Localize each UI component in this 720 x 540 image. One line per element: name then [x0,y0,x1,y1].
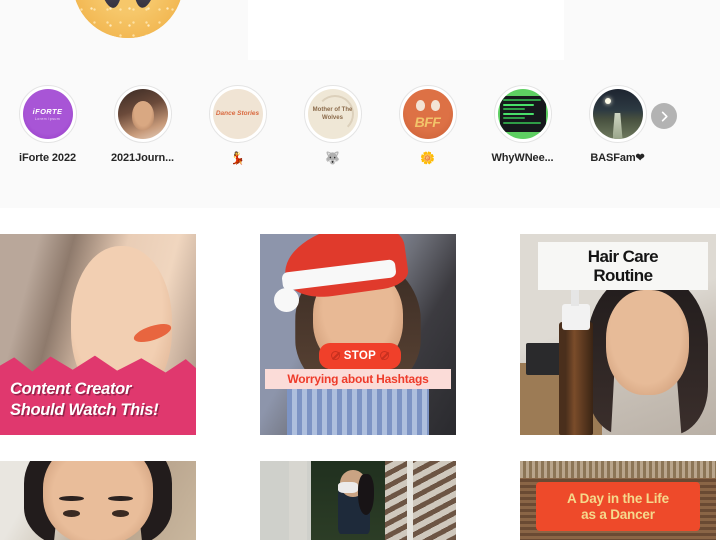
text-line [502,121,541,124]
highlight-cover-dance: Dance Stories [212,89,263,139]
railing-graphic [407,461,413,540]
post-thumbnail-5[interactable] [260,461,456,540]
highlight-ring [493,85,552,143]
post-overlay-text: Worrying about Hashtags [265,368,451,389]
post-thumbnail-1[interactable]: Content Creator Should Watch This! [0,234,196,435]
post-overlay-text: Hair Care Routine [537,242,709,291]
bird-icon [415,100,425,111]
post-overlay-line-2: Routine [593,266,653,286]
story-highlight-mother-of-the-wolves[interactable]: Mother of The Wolves 🐺 [285,85,380,165]
post-overlay-line-1: Hair Care [587,247,659,267]
highlight-ring [588,85,647,143]
face-mask-graphic [338,481,358,493]
story-highlight-dance-stories[interactable]: Dance Stories 💃 [190,85,285,165]
highlight-cover-title: iFORTE [32,107,63,116]
story-highlight-label: 🐺 [325,151,340,165]
profile-info-card [248,0,564,60]
highlight-cover-title: BFF [414,114,441,130]
highlight-ring [113,85,172,143]
avatar-illustration [73,0,183,38]
highlight-cover-subtitle: Lorem Ipsum [34,117,61,121]
no-entry-icon [380,351,390,361]
story-highlight-label: 2021Journ... [111,152,174,164]
story-highlight-2021journey[interactable]: 2021Journ... [95,85,190,165]
post-badge-label: STOP [343,349,377,362]
story-highlight-basfam[interactable]: BASFam❤ [570,85,677,165]
post-overlay-text: A Day in the Life as a Dancer [535,482,701,532]
story-highlight-label: 💃 [230,151,245,165]
text-line [502,108,525,110]
profile-header-section: iFORTE Lorem Ipsum iForte 2022 2021Journ… [0,0,720,208]
post-overlay-line-1: Content Creator [10,380,132,398]
story-highlight-label: WhyWNee... [491,152,554,164]
post-subject-face [43,461,153,540]
blinds-graphic [520,461,716,479]
highlight-cover-photo [117,89,168,139]
text-line [502,99,541,101]
post-overlay-text: Content Creator Should Watch This! [10,379,190,421]
story-highlight-label: iForte 2022 [19,152,76,164]
text-line [502,117,525,119]
highlight-ring: Mother of The Wolves [303,85,362,143]
highlight-ring: BFF [398,85,457,143]
post-thumbnail-4[interactable] [0,461,196,540]
no-entry-icon [330,351,340,361]
text-line [502,112,534,115]
text-line [502,103,534,106]
highlight-cover-title: Dance Stories [215,110,260,117]
highlight-cover-title: Mother of The Wolves [312,107,353,121]
post-overlay-line-1: A Day in the Life [567,490,669,506]
post-overlay-line-2: Should Watch This! [10,401,159,419]
post-thumbnail-3[interactable]: Hair Care Routine [520,234,716,435]
highlight-cover-bff: BFF [402,89,453,139]
posts-grid: Content Creator Should Watch This! STOP … [0,234,720,540]
bird-icon [430,100,440,111]
highlight-cover-night [592,89,643,139]
dropper-tip-graphic [570,288,579,307]
post-stop-badge: STOP [318,342,402,369]
product-bottle-graphic [559,322,593,435]
chevron-right-icon[interactable] [651,103,677,129]
post-overlay-line-2: as a Dancer [581,506,655,522]
highlight-ring: Dance Stories [208,85,267,143]
staircase-graphic [385,461,456,540]
screenshot-graphic [499,96,546,132]
highlight-cover-screenshot [497,89,548,139]
story-highlights-row: iFORTE Lorem Ipsum iForte 2022 2021Journ… [0,85,720,185]
post-thumbnail-2[interactable]: STOP Worrying about Hashtags [260,234,456,435]
post-thumbnail-6[interactable]: A Day in the Life as a Dancer [520,461,716,540]
highlight-cover-wolves: Mother of The Wolves [307,89,358,139]
avatar-sparkles [73,0,183,38]
column-graphic [289,461,308,540]
avatar[interactable] [73,0,183,38]
moon-icon [604,98,611,104]
story-highlight-label: BASFam❤ [590,152,645,164]
story-highlight-label: 🌼 [420,151,435,165]
highlight-ring: iFORTE Lorem Ipsum [18,85,77,143]
post-subject-hair [358,473,374,515]
highlight-cover-iforte: iFORTE Lorem Ipsum [22,89,73,139]
dropper-cap-graphic [562,304,590,331]
story-highlight-iforte-2022[interactable]: iFORTE Lorem Ipsum iForte 2022 [0,85,95,165]
story-highlight-bff[interactable]: BFF 🌼 [380,85,475,165]
story-highlight-whywneed[interactable]: WhyWNee... [475,85,570,165]
post-subject-face [606,290,689,395]
